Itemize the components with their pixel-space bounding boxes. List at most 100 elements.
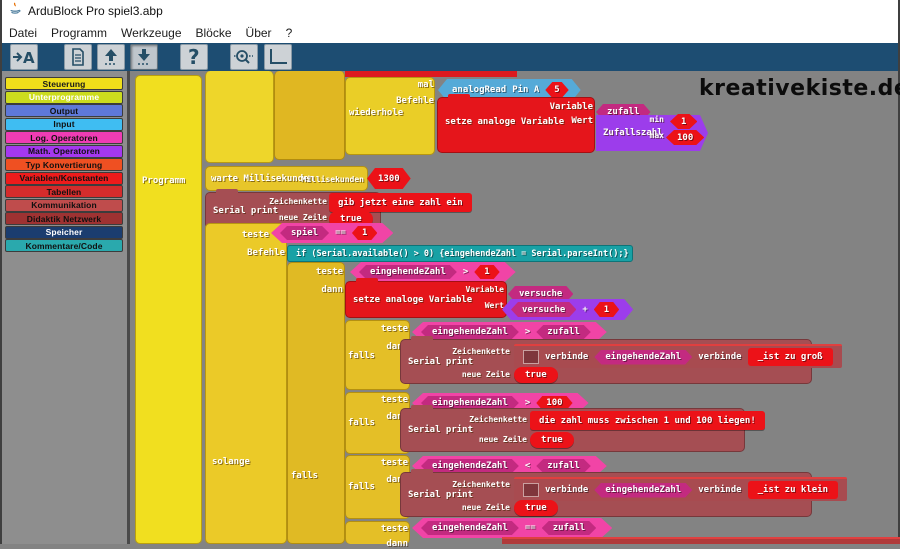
code-view-button[interactable] (64, 44, 92, 70)
inline-code-block[interactable]: if (Serial.available() > 0) {eingehendeZ… (287, 245, 633, 262)
ruler-button[interactable] (264, 44, 292, 70)
falls-label: falls (348, 418, 375, 428)
variable-chip[interactable]: zufall (542, 521, 597, 535)
zufallszahl-min-label: min (650, 115, 664, 124)
falls-label: falls (348, 482, 375, 492)
empty-socket[interactable] (523, 350, 539, 364)
variable-chip[interactable]: zufall (536, 325, 591, 339)
program-canvas: kreativekiste.de Programm mal Befehle wi… (2, 71, 900, 544)
setze-label: setze analoge Variable (353, 295, 472, 305)
variable-chip[interactable]: eingehendeZahl (421, 325, 519, 339)
variable-param-label: Variable (465, 285, 504, 294)
empty-socket[interactable] (523, 483, 539, 497)
plus-block[interactable]: versuche + 1 (502, 299, 633, 320)
solange-block[interactable] (205, 223, 287, 544)
test-eq-zufall-block[interactable]: eingehendeZahl == zufall (412, 518, 612, 538)
serial-string-value[interactable]: die zahl muss zwischen 1 und 100 liegen! (530, 411, 765, 430)
analogread-pin-value[interactable]: 5 (545, 82, 568, 98)
variable-chip[interactable]: eingehendeZahl (359, 265, 457, 279)
ardublock-window: ArduBlock Pro spiel3.abp Datei Programm … (0, 0, 900, 544)
falls-label: falls (348, 351, 375, 361)
programm-label: Programm (142, 176, 185, 186)
verbinde-block[interactable]: verbinde eingehendeZahl verbinde _ist zu… (514, 477, 847, 501)
operator: + (582, 305, 587, 315)
operator: > (525, 327, 530, 337)
setze-label: setze analoge Variable (445, 117, 564, 127)
warte-value[interactable]: 1300 (367, 168, 411, 189)
serial-print-label: Serial print (408, 425, 473, 435)
operator: == (525, 523, 536, 533)
operator: > (463, 267, 468, 277)
operator: == (335, 228, 346, 238)
variable-chip[interactable]: eingehendeZahl (594, 483, 692, 498)
verbinde-label: verbinde (545, 485, 588, 495)
variable-spiel-chip[interactable]: spiel (280, 226, 329, 240)
neue-zeile-label: neue Zeile (279, 213, 327, 222)
warte-label: warte Millisekunden (211, 174, 314, 184)
variable-chip[interactable]: zufall (536, 459, 591, 473)
help-button[interactable]: ? (180, 44, 208, 70)
value-chip[interactable]: 1 (594, 302, 619, 317)
serial-print-label: Serial print (408, 357, 473, 367)
teste-label: teste (381, 524, 408, 534)
string-chip[interactable]: _ist zu klein (748, 481, 838, 499)
falls-outer-label: falls (291, 471, 318, 481)
falls-outer-block[interactable] (287, 262, 345, 544)
variable-chip[interactable]: eingehendeZahl (421, 459, 519, 473)
serial-print-label: Serial print (213, 206, 278, 216)
search-blocks-button[interactable] (230, 44, 258, 70)
upload-button[interactable] (97, 44, 125, 70)
insert-text-glyph: A (23, 49, 35, 67)
wiederhole-mal-label: mal (418, 80, 434, 90)
clipped-red-block[interactable] (502, 537, 900, 544)
value-chip[interactable]: 1 (352, 226, 377, 240)
neue-zeile-label: neue Zeile (462, 503, 510, 512)
menu-bloecke[interactable]: Blöcke (196, 26, 232, 40)
watermark: kreativekiste.de (699, 76, 900, 101)
menu-datei[interactable]: Datei (9, 26, 37, 40)
verbinde-label: verbinde (698, 352, 741, 362)
variable-chip[interactable]: versuche (511, 302, 576, 317)
wert-param-label: Wert (571, 116, 593, 126)
menu-bar: Datei Programm Werkzeuge Blöcke Über ? (2, 22, 898, 43)
menu-programm[interactable]: Programm (51, 26, 107, 40)
verbinde-label: verbinde (545, 352, 588, 362)
solange-label: solange (212, 457, 250, 467)
serial-string-value[interactable]: gib jetzt eine zahl ein (329, 193, 472, 212)
zufallszahl-max-label: max (650, 131, 664, 140)
string-chip[interactable]: _ist zu groß (748, 348, 833, 366)
serial-print-label: Serial print (408, 490, 473, 500)
serial-newline-value[interactable]: true (514, 367, 558, 383)
operator: < (525, 461, 530, 471)
clipped-control-block[interactable] (274, 71, 345, 160)
download-button[interactable] (130, 44, 158, 70)
up-arrow-icon (101, 47, 121, 67)
wert-param-label: Wert (485, 301, 504, 310)
solange-befehle-label: Befehle (247, 248, 285, 258)
clipped-control-block[interactable] (205, 71, 274, 163)
falls-outer-teste-label: teste (316, 267, 343, 277)
analogread-pin-label: Pin A (512, 85, 539, 95)
workspace: Steuerung Unterprogramme Output Input Lo… (2, 71, 900, 544)
value-chip[interactable]: 1 (474, 265, 499, 279)
down-arrow-icon (134, 47, 154, 67)
solange-teste-label: teste (242, 230, 269, 240)
wiederhole-label: wiederhole (349, 108, 403, 118)
neue-zeile-label: neue Zeile (479, 435, 527, 444)
variable-chip[interactable]: eingehendeZahl (594, 350, 692, 365)
menu-werkzeuge[interactable]: Werkzeuge (121, 26, 181, 40)
falls-outer-dann-label: dann (321, 285, 343, 295)
zufallszahl-max-value[interactable]: 100 (666, 130, 704, 145)
menu-ueber[interactable]: Über (246, 26, 272, 40)
test-spiel-block[interactable]: spiel == 1 (271, 223, 393, 243)
menu-help[interactable]: ? (286, 26, 293, 40)
verbinde-block[interactable]: verbinde eingehendeZahl verbinde _ist zu… (514, 344, 842, 368)
serial-newline-value[interactable]: true (514, 500, 558, 516)
wiederhole-befehle-label: Befehle (396, 96, 434, 106)
programm-block[interactable] (135, 75, 202, 544)
java-app-icon (8, 2, 22, 21)
insert-text-button[interactable]: A (10, 44, 38, 70)
variable-chip[interactable]: eingehendeZahl (421, 521, 519, 535)
serial-newline-value[interactable]: true (530, 432, 574, 448)
zeichenkette-label: Zeichenkette (269, 197, 327, 206)
